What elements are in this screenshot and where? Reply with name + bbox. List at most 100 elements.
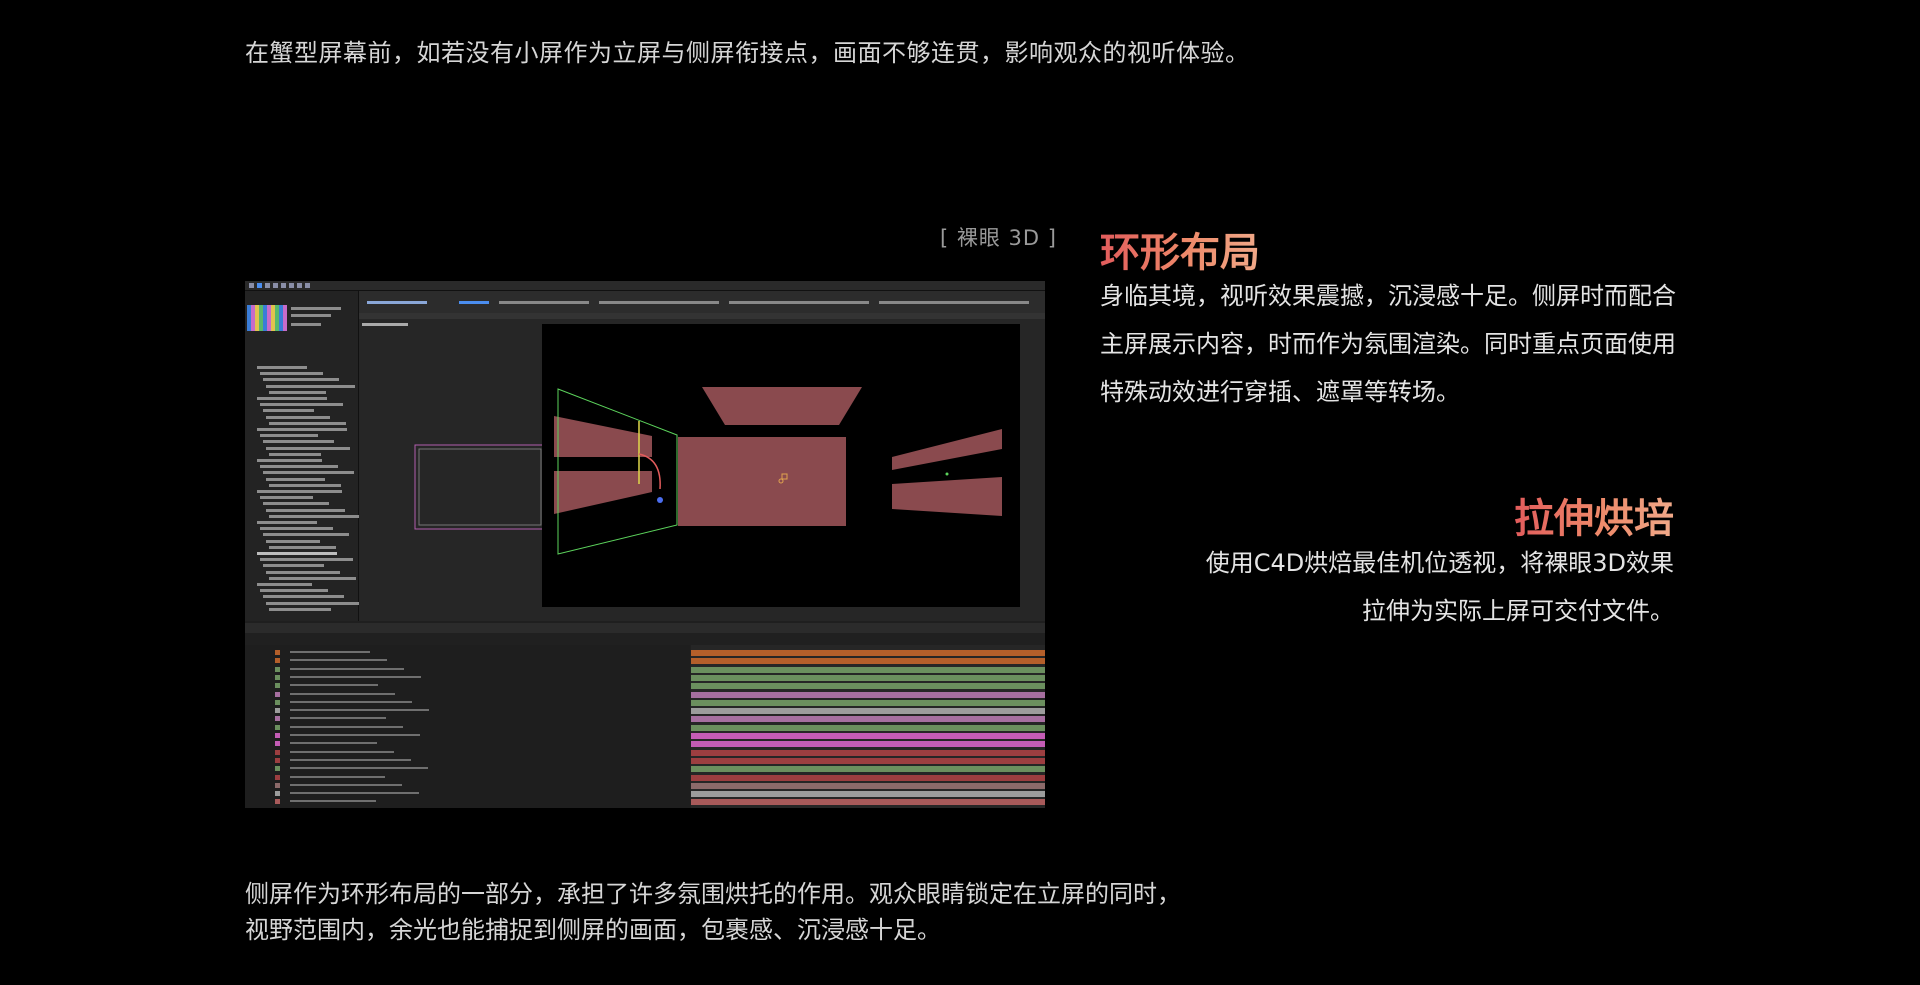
layer-row[interactable]	[290, 742, 377, 745]
layer-duration-bar[interactable]	[691, 741, 1045, 748]
project-item	[266, 446, 350, 450]
composition-canvas	[542, 324, 1020, 607]
layer-label-color	[275, 691, 280, 697]
project-item	[257, 459, 322, 462]
layer-duration-bar[interactable]	[691, 774, 1045, 781]
project-item	[269, 483, 341, 487]
layer-duration-bar[interactable]	[691, 799, 1045, 806]
project-item	[260, 465, 338, 469]
project-item	[257, 428, 347, 431]
layer-duration-bar[interactable]	[691, 691, 1045, 698]
project-item	[260, 589, 328, 593]
project-item	[263, 440, 334, 444]
selection-tool-icon	[257, 283, 262, 288]
layer-row[interactable]	[290, 734, 420, 736]
layer-label-color	[275, 757, 280, 763]
bottom-line-1: 侧屏作为环形布局的一部分，承担了许多氛围烘托的作用。观众眼睛锁定在立屏的同时，	[245, 880, 1181, 908]
layer-label-color	[275, 791, 280, 797]
section-body-stretch-bake: 使用C4D烘焙最佳机位透视，将裸眼3D效果 拉伸为实际上屏可交付文件。	[1154, 539, 1674, 635]
layer-row[interactable]	[290, 783, 402, 786]
ae-timeline-panel	[245, 623, 1045, 808]
project-item	[269, 452, 321, 456]
layer-row[interactable]	[290, 800, 376, 803]
project-item	[263, 533, 349, 537]
project-item	[269, 607, 331, 611]
layer-row[interactable]	[290, 792, 419, 795]
text-tool-icon	[305, 283, 310, 288]
layer-row[interactable]	[290, 758, 411, 761]
layer-row[interactable]	[290, 700, 412, 703]
layer-label-color	[275, 699, 280, 705]
pen-tool-icon	[297, 283, 302, 288]
project-item	[263, 564, 324, 568]
project-item	[269, 390, 326, 394]
layer-duration-bar[interactable]	[691, 733, 1045, 739]
layer-duration-bar[interactable]	[691, 791, 1045, 798]
layer-row[interactable]	[290, 651, 370, 653]
layer-duration-bar[interactable]	[691, 724, 1045, 731]
stretch-bake-line-1: 使用C4D烘焙最佳机位透视，将裸眼3D效果	[1205, 549, 1674, 577]
layer-duration-bar[interactable]	[691, 699, 1045, 706]
project-item	[257, 490, 342, 493]
ae-composition-panel	[359, 291, 1045, 621]
layer-duration-bar[interactable]	[691, 674, 1045, 681]
layer-label-color	[275, 666, 280, 672]
layer-duration-bar[interactable]	[691, 716, 1045, 723]
project-item	[263, 471, 354, 475]
project-item	[257, 552, 337, 555]
right-upper-side-screen	[892, 429, 1002, 470]
layer-label-color	[275, 650, 280, 655]
layer-duration-bar[interactable]	[691, 749, 1045, 756]
layer-label-color	[275, 683, 280, 689]
intro-text: 在蟹型屏幕前，如若没有小屏作为立屏与侧屏衔接点，画面不够连贯，影响观众的视听体验…	[245, 39, 1250, 67]
project-item	[266, 601, 360, 605]
project-thumbnail	[247, 305, 287, 331]
layer-duration-bar[interactable]	[691, 666, 1045, 673]
project-item	[266, 477, 325, 481]
layer-duration-bar[interactable]	[691, 650, 1045, 656]
layer-row[interactable]	[290, 659, 387, 662]
layer-row[interactable]	[290, 667, 404, 670]
layer-label-color	[275, 774, 280, 780]
layer-row[interactable]	[290, 767, 428, 770]
project-item	[266, 415, 330, 419]
bottom-line-2: 视野范围内，余光也能捕捉到侧屏的画面，包裹感、沉浸感十足。	[245, 916, 941, 944]
layer-duration-bar[interactable]	[691, 708, 1045, 715]
project-item	[257, 583, 312, 586]
layer-label-color	[275, 708, 280, 714]
layer-label-color	[275, 674, 280, 680]
layer-row[interactable]	[290, 750, 394, 753]
right-lower-side-screen	[892, 477, 1002, 516]
project-item	[266, 384, 355, 388]
layer-label-color	[275, 799, 280, 805]
layer-row[interactable]	[290, 725, 403, 728]
timeline-tabs	[245, 623, 1045, 633]
project-item	[260, 496, 313, 500]
layer-duration-bar[interactable]	[691, 757, 1045, 764]
layer-duration-bar[interactable]	[691, 658, 1045, 665]
project-item	[260, 372, 323, 376]
layer-row[interactable]	[290, 684, 378, 687]
layer-label-color	[275, 749, 280, 755]
project-item	[260, 558, 353, 562]
section-title-stretch-bake: 拉伸烘培	[1514, 486, 1674, 544]
layer-row[interactable]	[290, 709, 429, 712]
layer-label-color	[275, 741, 280, 747]
project-item	[266, 539, 320, 543]
project-item	[260, 403, 343, 407]
layer-row[interactable]	[290, 775, 385, 778]
project-item	[269, 421, 346, 425]
main-screen	[678, 437, 846, 526]
layer-row[interactable]	[290, 692, 395, 695]
camera-tool-icon	[289, 283, 294, 288]
layer-row[interactable]	[290, 675, 421, 678]
layer-duration-bar[interactable]	[691, 683, 1045, 690]
layer-duration-bar[interactable]	[691, 766, 1045, 773]
layer-label-color	[275, 782, 280, 788]
anchor-point[interactable]	[657, 497, 663, 503]
bottom-paragraph: 侧屏作为环形布局的一部分，承担了许多氛围烘托的作用。观众眼睛锁定在立屏的同时， …	[245, 876, 1195, 948]
layer-row[interactable]	[290, 717, 386, 720]
layer-duration-bar[interactable]	[691, 782, 1045, 789]
zoom-tool-icon	[273, 283, 278, 288]
section-title-ring-layout: 环形布局	[1100, 220, 1260, 278]
